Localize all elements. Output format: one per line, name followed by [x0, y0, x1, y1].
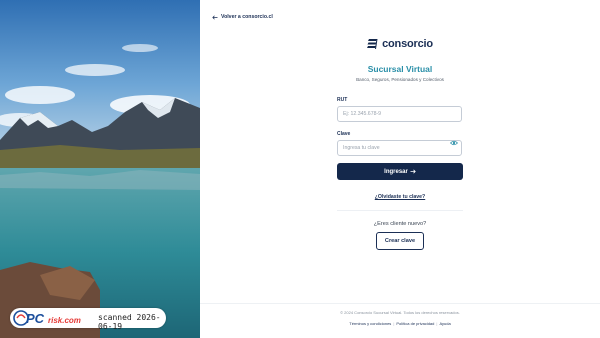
arrow-right-icon — [410, 169, 416, 174]
arrow-left-icon — [212, 15, 218, 19]
footer-divider — [200, 303, 600, 304]
pcrisk-brand-site: risk.com — [48, 316, 81, 325]
page-title: Sucursal Virtual — [367, 64, 433, 74]
back-link-label: Volver a consorcio.cl — [221, 14, 273, 20]
privacy-link[interactable]: Política de privacidad — [396, 321, 434, 326]
terms-link[interactable]: Términos y condiciones — [349, 321, 391, 326]
pcrisk-watermark: PC risk.com scanned 2026-06-19 — [10, 308, 166, 331]
footer-separator: | — [393, 321, 395, 326]
new-client-prompt: ¿Eres cliente nuevo? — [373, 221, 427, 227]
scan-stamp: scanned 2026-06-19 — [98, 313, 161, 331]
copyright-text: © 2024 Consorcio Sucursal Virtual. Todos… — [340, 310, 460, 315]
login-panel: Volver a consorcio.cl consorcio Sucursal… — [200, 0, 600, 338]
logo-wordmark: consorcio — [382, 38, 433, 50]
consorcio-logo-icon — [367, 39, 378, 49]
help-link[interactable]: Ayuda — [439, 321, 450, 326]
login-button[interactable]: Ingresar — [337, 163, 463, 180]
rut-label: RUT — [337, 97, 348, 103]
hero-landscape-image — [0, 0, 200, 338]
rut-input[interactable] — [337, 106, 462, 122]
create-password-button[interactable]: Crear clave — [376, 232, 424, 250]
footer-links: Términos y condiciones | Política de pri… — [200, 321, 600, 326]
pcrisk-brand-pc: PC — [26, 311, 45, 326]
eye-icon[interactable] — [450, 140, 458, 146]
pcrisk-logo-icon: PC risk.com — [13, 310, 81, 326]
forgot-password-link[interactable]: ¿Olvidaste tu clave? — [200, 194, 600, 200]
divider — [337, 210, 463, 211]
password-input[interactable] — [337, 140, 462, 156]
password-label: Clave — [337, 131, 351, 137]
footer-separator: | — [436, 321, 438, 326]
login-button-label: Ingresar — [384, 168, 408, 175]
back-to-consorcio-link[interactable]: Volver a consorcio.cl — [212, 14, 273, 20]
page-subtitle: Banco, Seguros, Pensionados y Colectivos — [356, 77, 444, 82]
consorcio-logo: consorcio — [200, 38, 600, 50]
